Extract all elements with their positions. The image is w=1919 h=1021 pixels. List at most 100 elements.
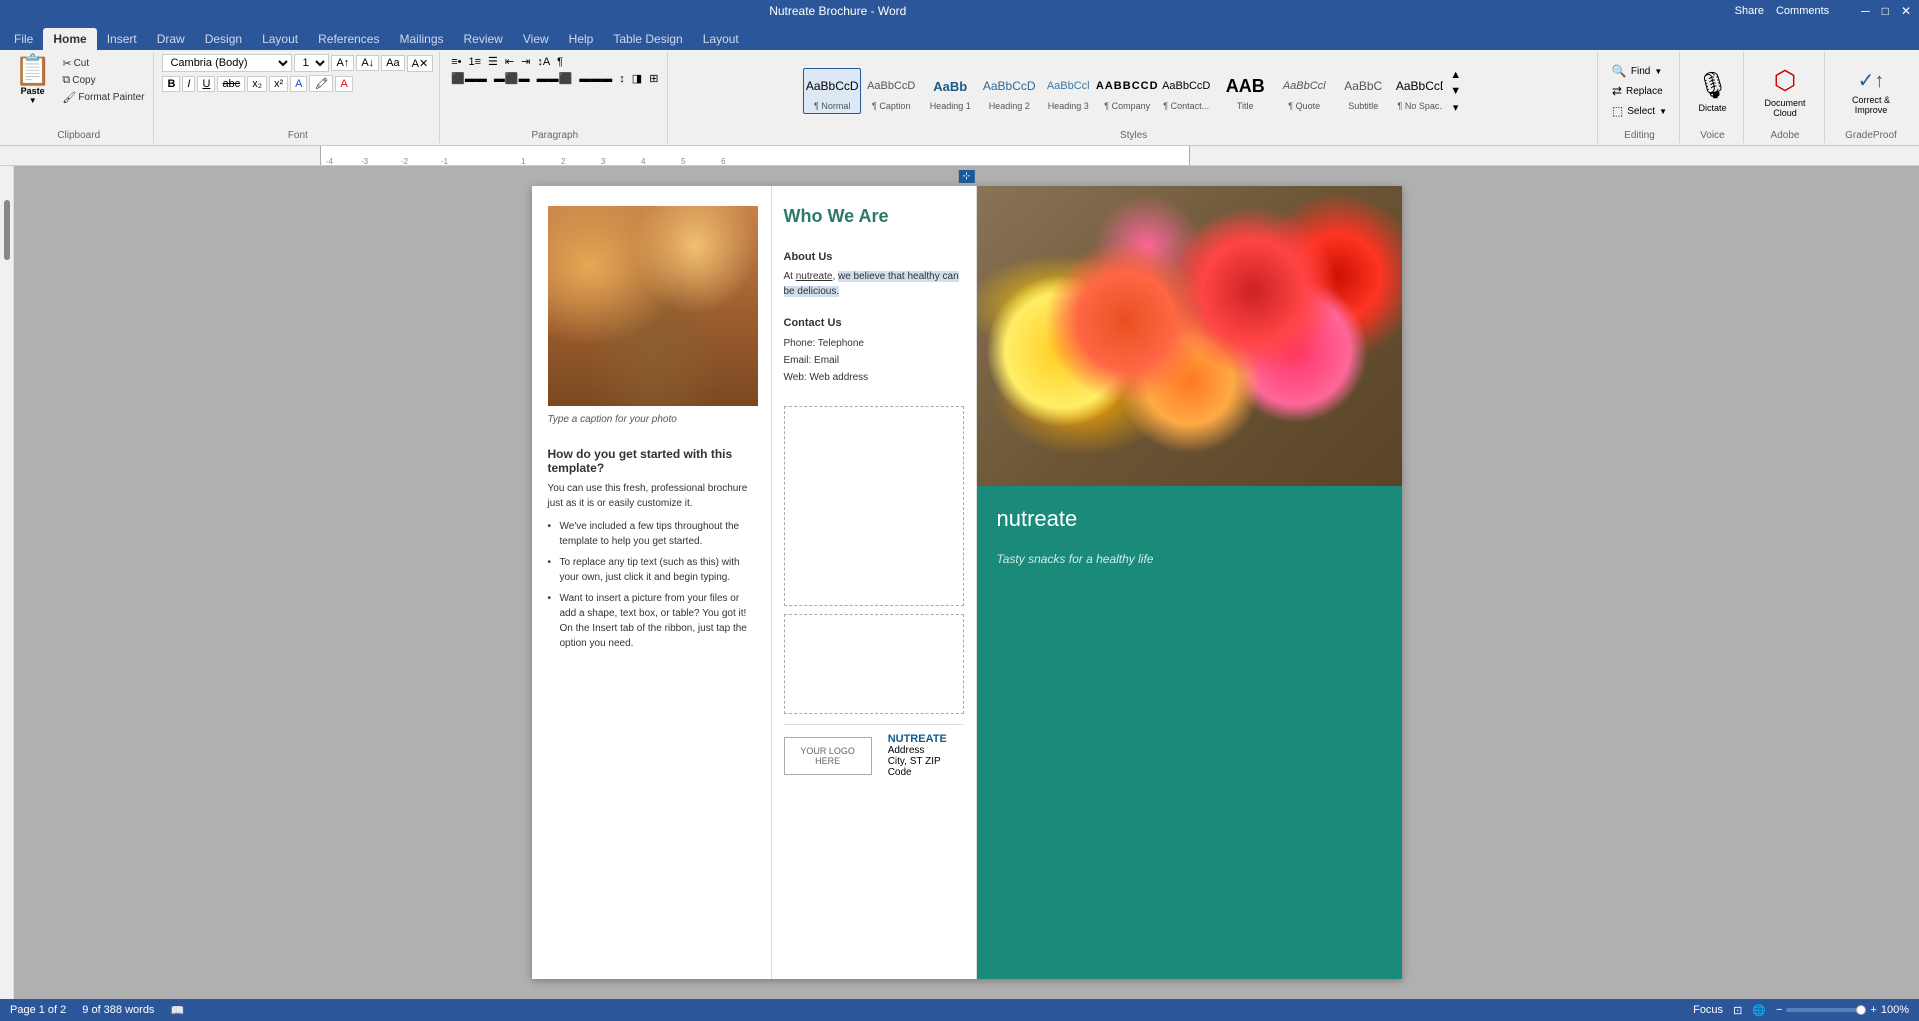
italic-button[interactable]: I: [182, 76, 195, 92]
content-placeholder-2: [784, 614, 964, 714]
style-normal[interactable]: AaBbCcD ¶ Normal: [803, 68, 861, 114]
strikethrough-button[interactable]: abc: [217, 76, 245, 92]
select-button[interactable]: ⬚ Select ▼: [1606, 102, 1673, 120]
editing-label: Editing: [1624, 128, 1655, 141]
web-layout-button[interactable]: 🌐: [1752, 1004, 1766, 1017]
web-text: Web: Web address: [784, 369, 964, 386]
replace-button[interactable]: ⇄ Replace: [1606, 82, 1669, 100]
dictate-button[interactable]: 🎙 Dictate: [1688, 66, 1737, 117]
line-spacing-button[interactable]: ↕: [616, 72, 628, 86]
zoom-in-button[interactable]: +: [1870, 1004, 1876, 1016]
subscript-button[interactable]: x₂: [247, 76, 267, 92]
decrease-indent-button[interactable]: ⇤: [502, 54, 517, 69]
correct-improve-button[interactable]: ✓↑ Correct & Improve: [1833, 64, 1909, 119]
photo-caption[interactable]: Type a caption for your photo: [548, 414, 755, 425]
tab-view[interactable]: View: [513, 28, 559, 50]
tab-table-design[interactable]: Table Design: [603, 28, 692, 50]
right-column: nutreate Tasty snacks for a healthy life: [977, 186, 1402, 979]
tab-home[interactable]: Home: [43, 28, 96, 50]
style-quote[interactable]: AaBbCcl ¶ Quote: [1275, 68, 1333, 114]
highlight-button[interactable]: 🖍: [309, 75, 333, 92]
zoom-slider[interactable]: [1786, 1008, 1866, 1012]
about-body: At nutreate, we believe that healthy can…: [784, 269, 964, 299]
cut-button[interactable]: ✂ Cut: [59, 56, 147, 71]
multilevel-list-button[interactable]: ☰: [485, 54, 501, 69]
logo-box[interactable]: YOUR LOGO HERE: [784, 737, 872, 775]
tab-mailings[interactable]: Mailings: [389, 28, 453, 50]
superscript-button[interactable]: x²: [269, 76, 288, 92]
gradeproof-group: ✓↑ Correct & Improve GradeProof: [1827, 52, 1915, 143]
increase-indent-button[interactable]: ⇥: [518, 54, 533, 69]
phone-text: Phone: Telephone: [784, 335, 964, 352]
tab-insert[interactable]: Insert: [97, 28, 147, 50]
sort-button[interactable]: ↕A: [534, 55, 553, 69]
table-move-handle[interactable]: ⊹: [958, 170, 974, 183]
style-company[interactable]: AABBCCD ¶ Company: [1098, 68, 1156, 114]
voice-label: Voice: [1700, 128, 1724, 141]
tab-review[interactable]: Review: [454, 28, 513, 50]
comments-button[interactable]: Comments: [1776, 5, 1829, 17]
bold-button[interactable]: B: [162, 76, 180, 92]
style-title[interactable]: AAB Title: [1216, 68, 1274, 114]
style-heading3[interactable]: AaBbCcl Heading 3: [1039, 68, 1097, 114]
proofing-icon[interactable]: 📖: [170, 1004, 184, 1017]
styles-scroll-down[interactable]: ▼: [1447, 84, 1464, 98]
format-painter-button[interactable]: 🖌 Format Painter: [59, 90, 147, 105]
decrease-font-button[interactable]: A↓: [356, 55, 379, 71]
clear-format-button[interactable]: A✕: [407, 55, 434, 72]
ribbon-tabs: File Home Insert Draw Design Layout Refe…: [0, 22, 1919, 50]
underline-button[interactable]: U: [197, 76, 215, 92]
style-heading2[interactable]: AaBbCcD Heading 2: [980, 68, 1038, 114]
tab-help[interactable]: Help: [559, 28, 604, 50]
tab-layout[interactable]: Layout: [252, 28, 308, 50]
justify-button[interactable]: ▬▬▬: [576, 72, 615, 86]
close-button[interactable]: ✕: [1901, 4, 1911, 18]
find-button[interactable]: 🔍 Find ▼: [1606, 62, 1668, 80]
canvas-area[interactable]: ⊹ Type a caption for your photo How do y…: [14, 166, 1919, 999]
tab-design[interactable]: Design: [195, 28, 252, 50]
numbering-button[interactable]: 1≡: [465, 55, 484, 69]
style-contact[interactable]: AaBbCcD ¶ Contact...: [1157, 68, 1215, 114]
style-no-spacing[interactable]: AaBbCcD ¶ No Spac...: [1393, 68, 1443, 114]
document-cloud-button[interactable]: ⬡ Document Cloud: [1752, 61, 1818, 122]
copy-button[interactable]: ⧉ Copy: [59, 73, 147, 88]
adobe-group: ⬡ Document Cloud Adobe: [1746, 52, 1825, 143]
gradeproof-label: GradeProof: [1845, 128, 1897, 141]
how-to-heading: How do you get started with this templat…: [548, 447, 755, 475]
change-case-button[interactable]: Aa: [381, 55, 404, 71]
maximize-button[interactable]: □: [1882, 4, 1889, 18]
minimize-button[interactable]: ─: [1861, 4, 1870, 18]
text-effects-button[interactable]: A: [290, 76, 307, 92]
share-button[interactable]: Share: [1735, 5, 1764, 17]
shading-button[interactable]: ◨: [629, 71, 645, 86]
align-right-button[interactable]: ▬▬⬛: [534, 71, 576, 86]
tab-file[interactable]: File: [4, 28, 43, 50]
tab-layout2[interactable]: Layout: [693, 28, 749, 50]
kitchen-photo[interactable]: [548, 206, 758, 406]
styles-scroll-up[interactable]: ▲: [1447, 68, 1464, 82]
tab-draw[interactable]: Draw: [147, 28, 195, 50]
align-center-button[interactable]: ▬⬛▬: [491, 71, 533, 86]
paste-button[interactable]: 📋 Paste ▼: [10, 54, 55, 107]
font-size-select[interactable]: 11: [294, 54, 329, 72]
borders-button[interactable]: ⊞: [646, 71, 661, 86]
style-caption[interactable]: AaBbCcD ¶ Caption: [862, 68, 920, 114]
align-left-button[interactable]: ⬛▬▬: [448, 71, 490, 86]
tab-references[interactable]: References: [308, 28, 389, 50]
font-family-select[interactable]: Cambria (Body): [162, 54, 292, 72]
bullets-button[interactable]: ≡•: [448, 55, 464, 69]
font-color-button[interactable]: A: [335, 76, 352, 92]
increase-font-button[interactable]: A↑: [331, 55, 354, 71]
tagline: Tasty snacks for a healthy life: [997, 552, 1382, 566]
middle-column: Who We Are About Us At nutreate, we beli…: [772, 186, 977, 979]
print-layout-button[interactable]: ⊡: [1733, 1004, 1742, 1017]
styles-more[interactable]: ▾: [1447, 100, 1464, 115]
company-name: NUTREATE: [888, 733, 964, 745]
style-heading1[interactable]: AaBb Heading 1: [921, 68, 979, 114]
show-marks-button[interactable]: ¶: [554, 55, 566, 69]
flower-photo[interactable]: [977, 186, 1402, 486]
style-subtitle[interactable]: AaBbC Subtitle: [1334, 68, 1392, 114]
focus-button[interactable]: Focus: [1693, 1004, 1723, 1016]
zoom-out-button[interactable]: −: [1776, 1004, 1782, 1016]
adobe-label: Adobe: [1771, 128, 1800, 141]
